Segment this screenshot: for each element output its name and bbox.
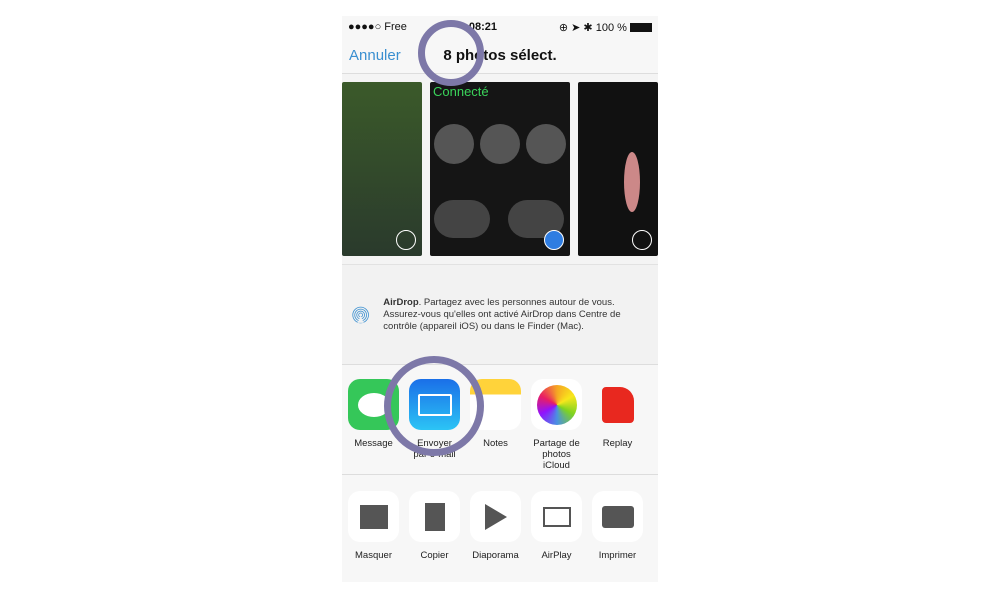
airplay-icon xyxy=(531,491,582,542)
replay-icon xyxy=(592,379,643,430)
select-circle[interactable] xyxy=(396,230,416,250)
share-sheet: ●●●●○ Free 08:21 ⊕ ➤ ✱ 100 % Annuler 8 p… xyxy=(342,16,658,582)
play-icon xyxy=(470,491,521,542)
print-icon xyxy=(592,491,643,542)
photos-icon xyxy=(531,379,582,430)
photo-thumbnail[interactable] xyxy=(342,82,422,256)
action-slideshow[interactable]: Diaporama xyxy=(470,491,521,582)
app-replay[interactable]: Replay xyxy=(592,379,643,474)
action-airplay[interactable]: AirPlay xyxy=(531,491,582,582)
airdrop-section[interactable]: AirDrop. Partagez avec les personnes aut… xyxy=(342,264,658,364)
airdrop-description: AirDrop. Partagez avec les personnes aut… xyxy=(383,296,621,332)
copy-icon xyxy=(409,491,460,542)
photo-caption: Connecté xyxy=(433,84,489,99)
highlight-circle xyxy=(418,20,484,86)
action-copy[interactable]: Copier xyxy=(409,491,460,582)
photo-strip[interactable]: Connecté xyxy=(342,74,658,264)
hide-icon xyxy=(348,491,399,542)
action-hide[interactable]: Masquer xyxy=(348,491,399,582)
select-circle[interactable] xyxy=(632,230,652,250)
airdrop-icon xyxy=(352,306,369,323)
battery: ⊕ ➤ ✱ 100 % xyxy=(559,21,652,34)
app-icloud-photos[interactable]: Partage de photos iCloud xyxy=(531,379,582,474)
photo-thumbnail[interactable] xyxy=(578,82,658,256)
action-row: Masquer Copier Diaporama AirPlay Imprime… xyxy=(342,474,658,582)
photo-thumbnail[interactable]: Connecté xyxy=(430,82,570,256)
carrier: ●●●●○ Free xyxy=(348,21,407,33)
status-bar: ●●●●○ Free 08:21 ⊕ ➤ ✱ 100 % xyxy=(342,16,658,38)
nav-bar: Annuler 8 photos sélect. xyxy=(342,38,658,74)
page-title: 8 photos sélect. xyxy=(443,47,557,64)
selected-check-icon[interactable] xyxy=(544,230,564,250)
highlight-circle xyxy=(384,356,484,456)
action-print[interactable]: Imprimer xyxy=(592,491,643,582)
